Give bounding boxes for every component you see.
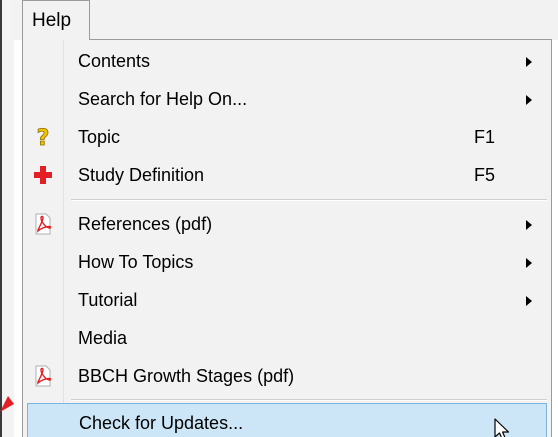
menu-separator [71, 399, 547, 401]
submenu-arrow-icon [526, 57, 532, 67]
menu-item-label: Tutorial [78, 290, 138, 310]
menu-item-shortcut: F5 [474, 165, 496, 185]
background-window-edge [0, 0, 14, 437]
menu-item-label: References (pdf) [78, 214, 213, 234]
submenu-arrow-icon [526, 296, 532, 306]
menu-item-label: Topic [78, 127, 121, 147]
menu-item-check-for-updates[interactable]: Check for Updates... [27, 403, 547, 437]
menu-item-study-definition[interactable]: Study Definition F5 [27, 156, 547, 194]
help-menu-title: Help [32, 10, 72, 31]
help-dropdown-menu: Contents Search for Help On... ? Topic F… [22, 39, 552, 437]
menu-item-label: Study Definition [78, 165, 205, 185]
menu-item-references-pdf[interactable]: References (pdf) [27, 205, 547, 243]
menu-item-label: Contents [78, 51, 151, 71]
menu-item-bbch-growth-stages[interactable]: BBCH Growth Stages (pdf) [27, 357, 547, 395]
menu-separator [71, 199, 547, 201]
mouse-pointer-icon [494, 418, 510, 437]
red-annotation-arrow-icon [0, 396, 14, 412]
pdf-icon [35, 365, 52, 387]
help-question-icon: ? [36, 126, 50, 149]
menu-item-media[interactable]: Media [27, 319, 547, 357]
menu-bar [14, 0, 558, 40]
menu-item-label: Media [78, 328, 128, 348]
menu-item-label: How To Topics [78, 252, 194, 272]
menu-item-label: Check for Updates... [79, 413, 244, 433]
menu-item-how-to-topics[interactable]: How To Topics [27, 243, 547, 281]
menu-item-tutorial[interactable]: Tutorial [27, 281, 547, 319]
menu-item-contents[interactable]: Contents [27, 42, 547, 80]
screenshot-stage: Help Contents Search for Help On... ? To… [0, 0, 558, 437]
help-menu-header[interactable]: Help [22, 0, 90, 40]
submenu-arrow-icon [526, 220, 532, 230]
red-cross-icon [34, 166, 52, 184]
menu-item-search-help[interactable]: Search for Help On... [27, 80, 547, 118]
submenu-arrow-icon [526, 258, 532, 268]
menu-item-topic[interactable]: ? Topic F1 [27, 118, 547, 156]
menu-item-label: BBCH Growth Stages (pdf) [78, 366, 295, 386]
svg-text:?: ? [37, 126, 50, 149]
menu-item-shortcut: F1 [474, 127, 496, 147]
submenu-arrow-icon [526, 95, 532, 105]
menu-item-label: Search for Help On... [78, 89, 248, 109]
pdf-icon [35, 213, 52, 235]
